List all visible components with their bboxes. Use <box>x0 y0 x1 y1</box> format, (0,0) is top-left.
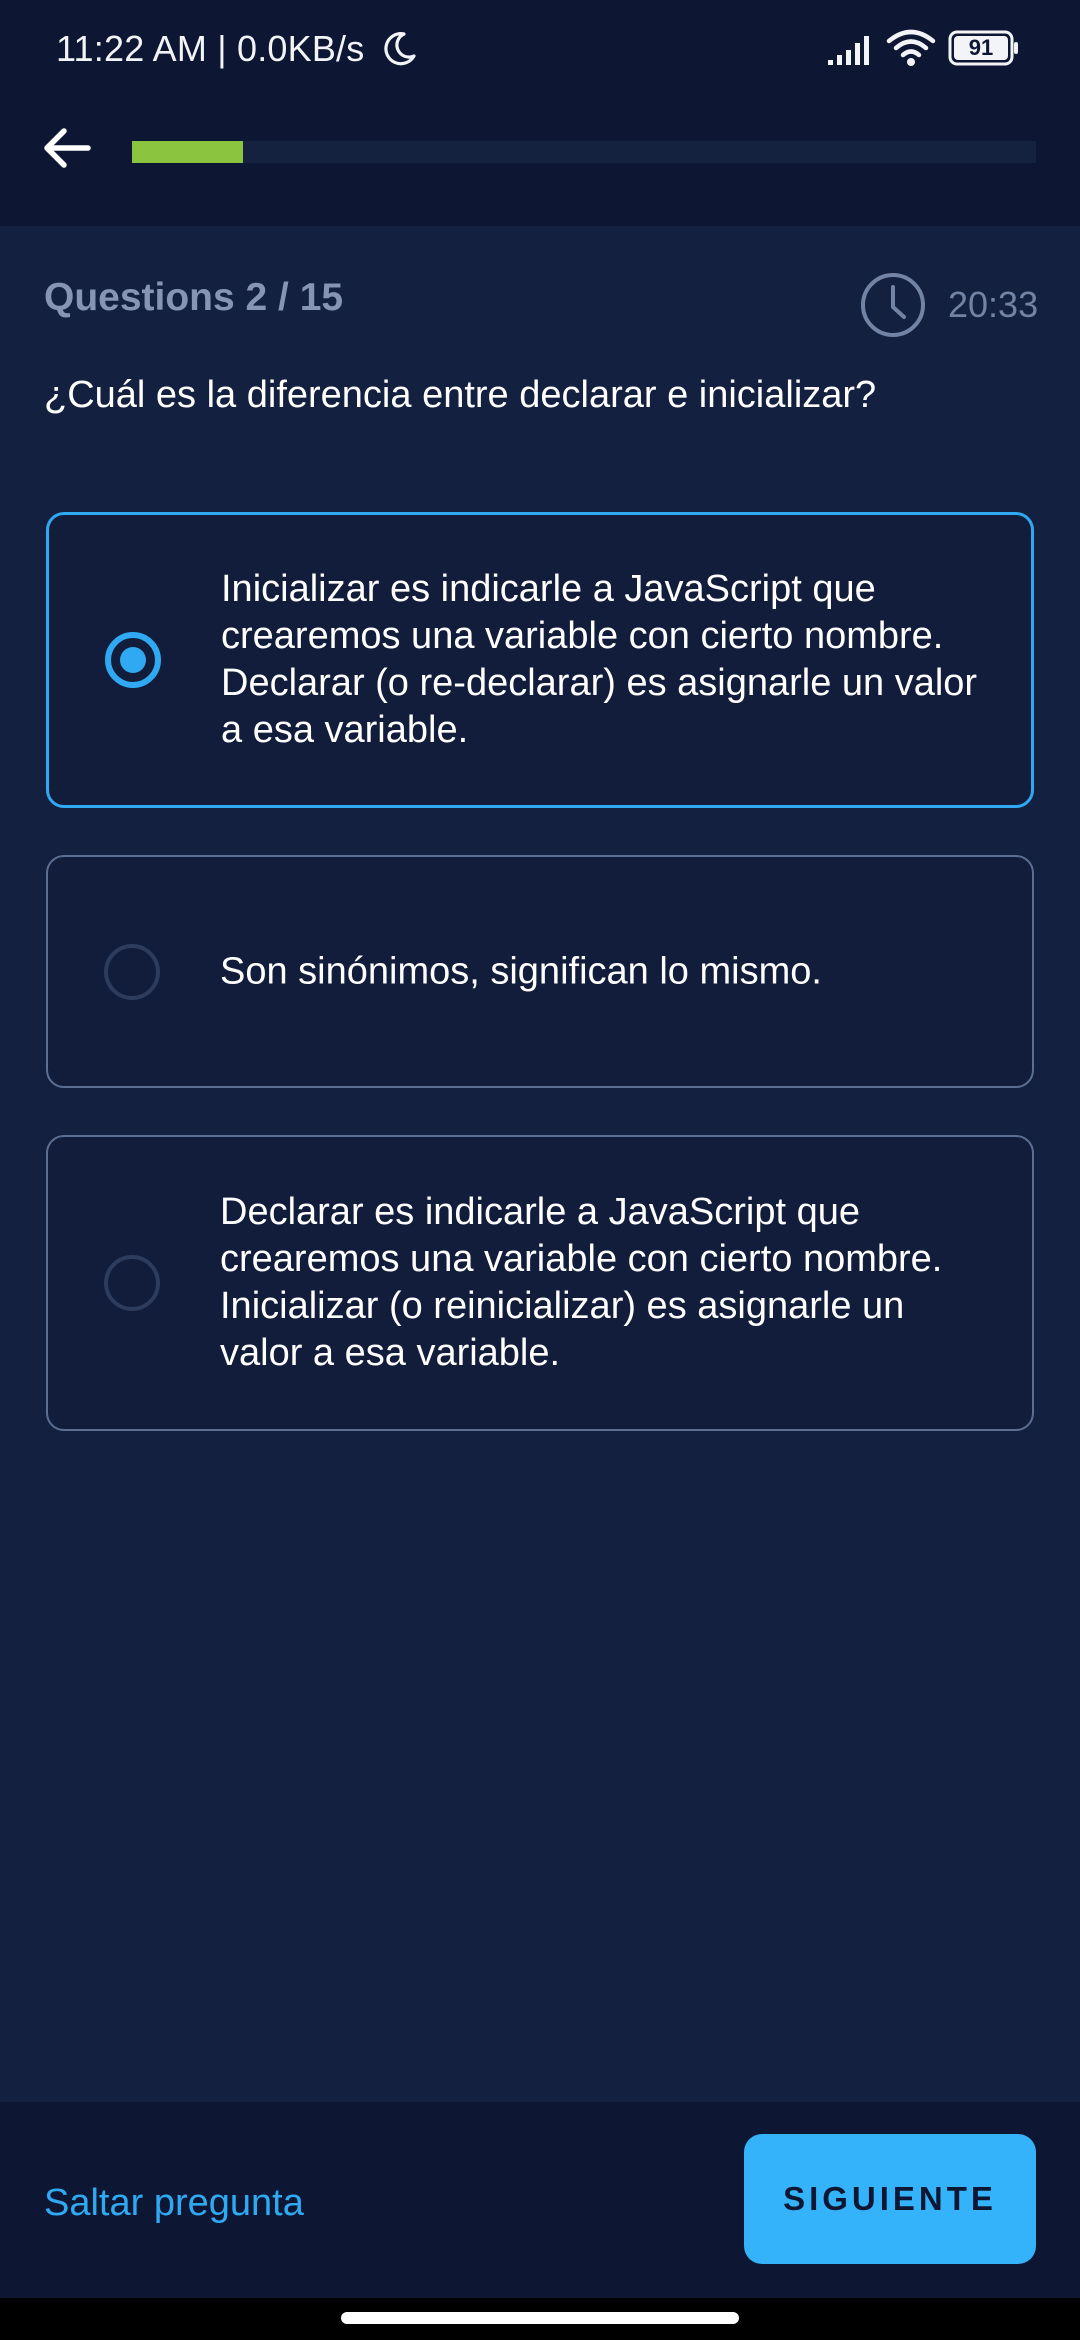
answer-option-3[interactable]: Declarar es indicarle a JavaScript que c… <box>46 1135 1034 1431</box>
battery-level: 91 <box>968 35 994 60</box>
timer-value: 20:33 <box>948 284 1039 325</box>
arrow-left-icon <box>44 128 91 168</box>
status-bar: 11:22 AM | 0.0KB/s 91 <box>0 0 1080 100</box>
home-indicator[interactable] <box>341 2312 739 2324</box>
skip-question-link[interactable]: Saltar pregunta <box>44 2182 304 2225</box>
signal-icon <box>828 36 869 65</box>
progress-fill <box>132 141 244 163</box>
progress-bar <box>132 141 1036 163</box>
back-button[interactable] <box>36 116 100 180</box>
radio-button-selected[interactable] <box>105 632 161 688</box>
answer-option-1[interactable]: Inicializar es indicarle a JavaScript qu… <box>46 512 1034 808</box>
answer-option-label: Son sinónimos, significan lo mismo. <box>220 950 822 992</box>
radio-button[interactable] <box>104 1255 160 1311</box>
status-time: 11:22 AM | 0.0KB/s <box>56 28 365 69</box>
answer-option-2[interactable]: Son sinónimos, significan lo mismo. <box>46 855 1034 1088</box>
radio-button[interactable] <box>104 943 160 1000</box>
question-text: ¿Cuál es la diferencia entre declarar e … <box>44 374 877 416</box>
moon-icon <box>384 32 416 66</box>
wifi-icon <box>886 29 936 66</box>
next-button[interactable]: SIGUIENTE <box>744 2134 1036 2264</box>
radio-dot <box>120 647 146 673</box>
clock-icon <box>861 273 925 337</box>
answer-option-label: Inicializar es indicarle a JavaScript qu… <box>221 568 978 751</box>
answer-option-label: Declarar es indicarle a JavaScript que c… <box>220 1191 943 1374</box>
question-counter: Questions 2 / 15 <box>44 276 344 319</box>
